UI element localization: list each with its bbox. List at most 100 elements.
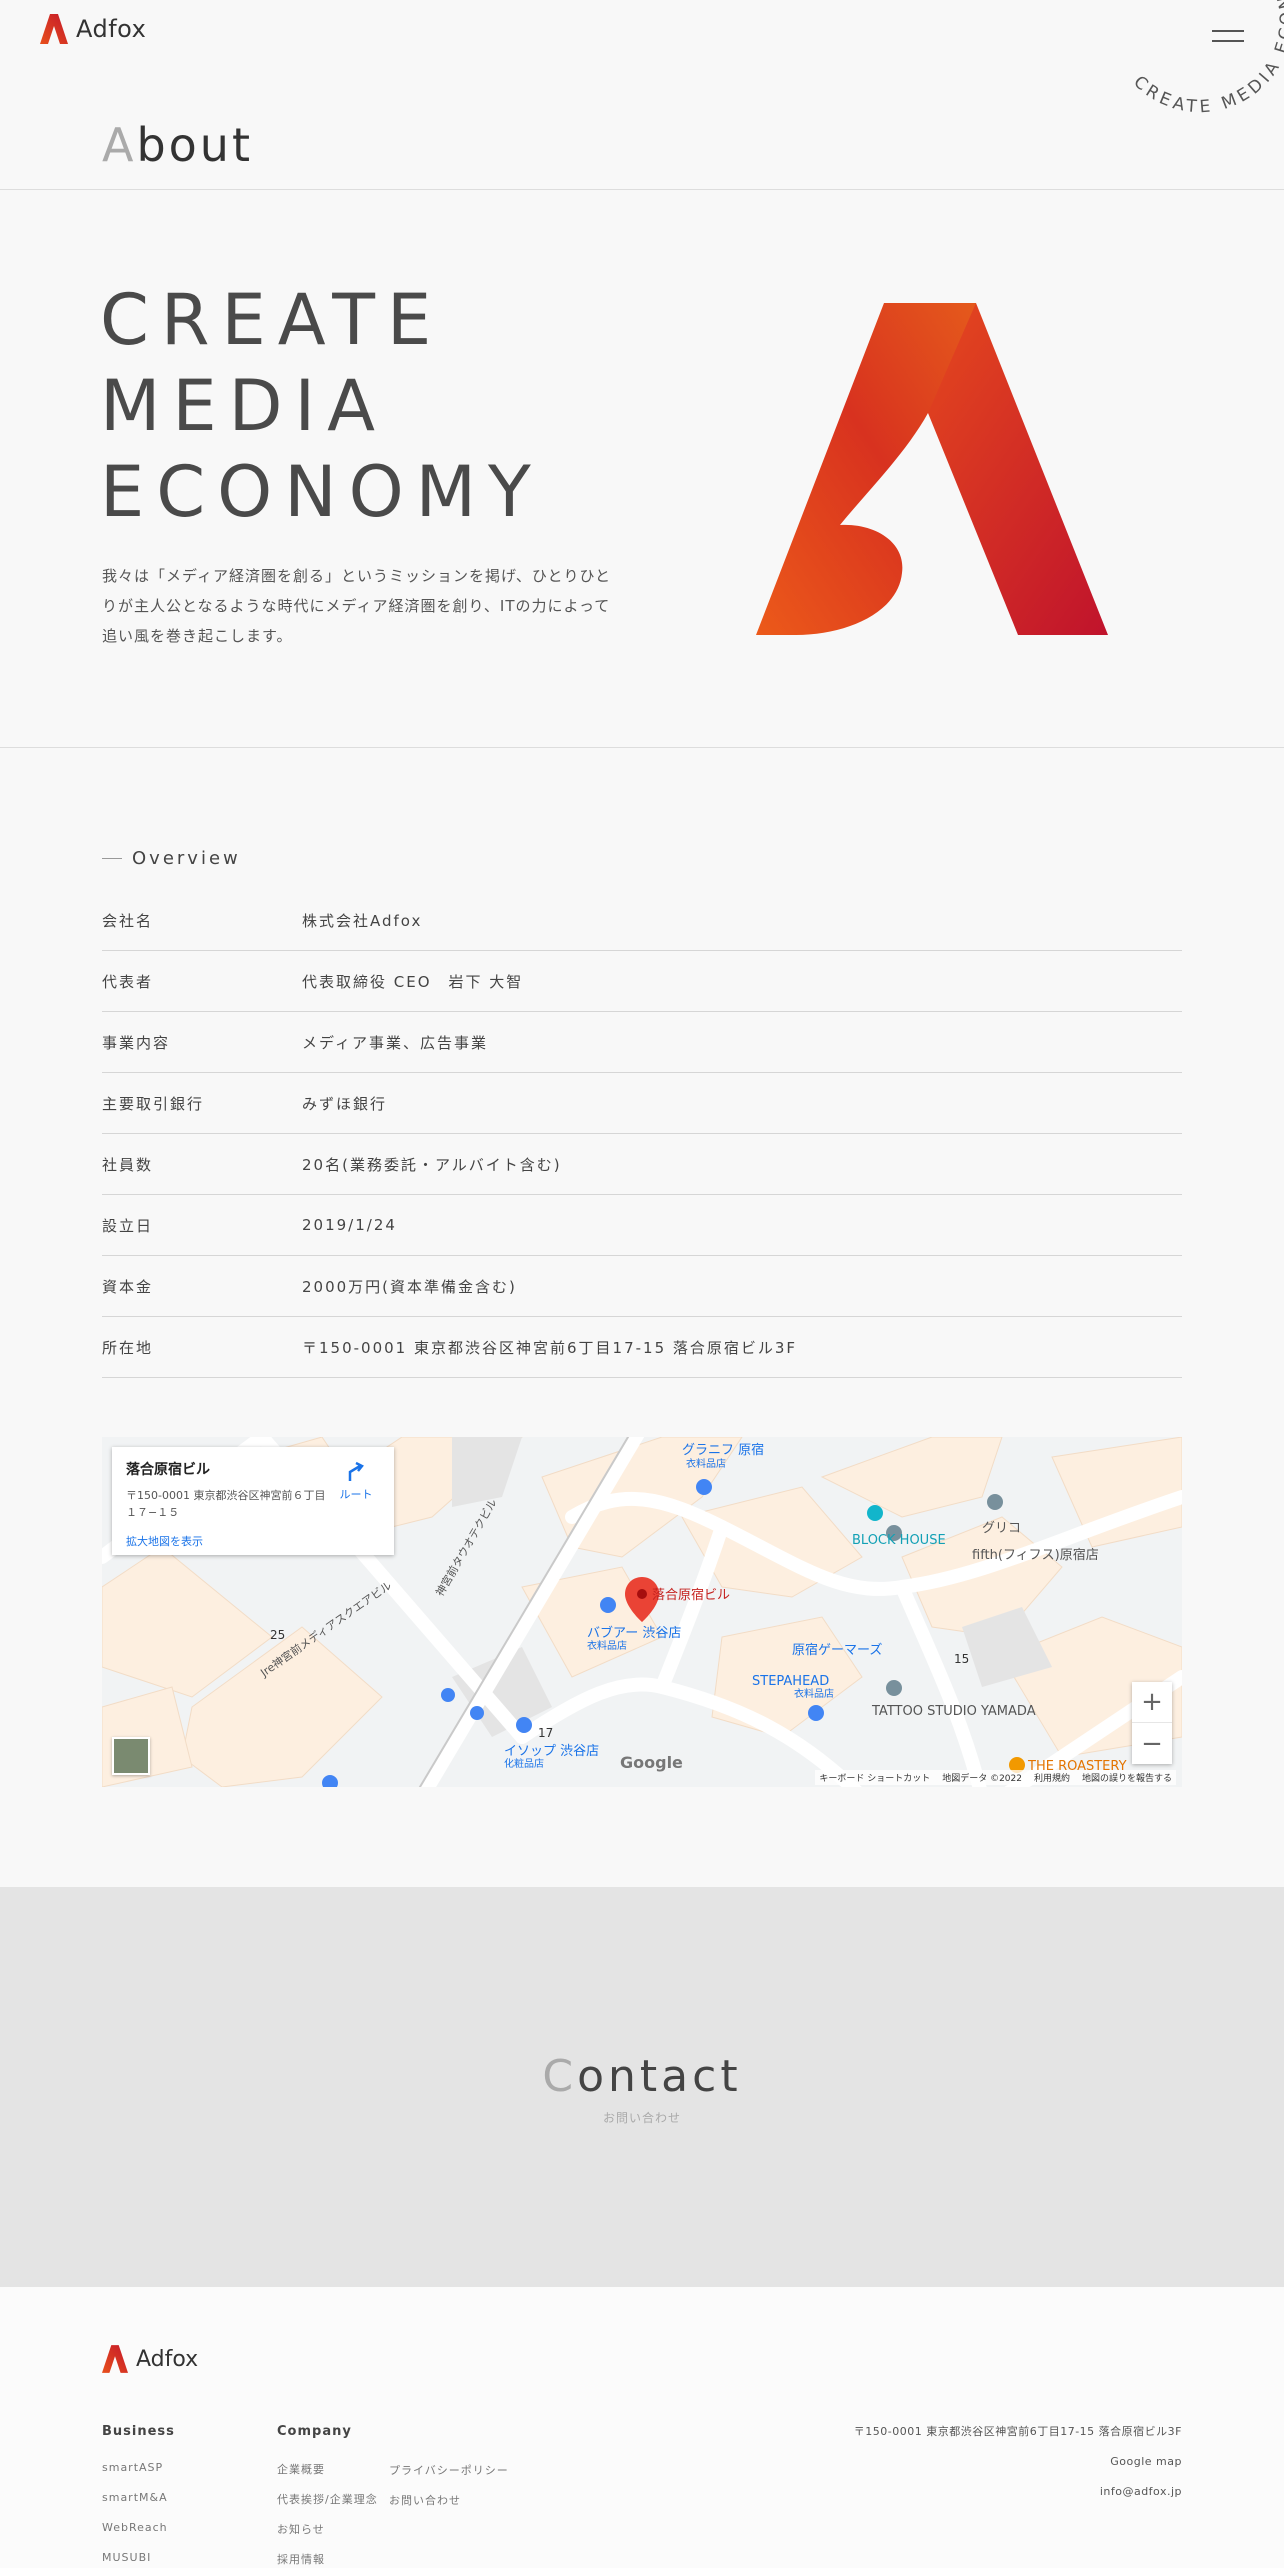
- map-label: グラニフ 原宿: [682, 1442, 764, 1458]
- site-footer: Adfox Business smartASP smartM&A WebReac…: [0, 2287, 1284, 2568]
- hamburger-menu-button[interactable]: [1212, 30, 1244, 44]
- table-row: 設立日 2019/1/24: [102, 1195, 1182, 1256]
- footer-address-block: 〒150-0001 東京都渋谷区神宮前6丁目17-15 落合原宿ビル3F Goo…: [854, 2417, 1182, 2507]
- directions-icon: [348, 1461, 364, 1481]
- footer-link-musubi[interactable]: MUSUBI: [102, 2551, 175, 2568]
- map-label-sub: 衣料品店: [686, 1457, 726, 1470]
- tagline-line: CREATE: [100, 279, 444, 361]
- map-label: イソップ 渋谷店: [504, 1744, 599, 1759]
- table-row: 所在地 〒150-0001 東京都渋谷区神宮前6丁目17-15 落合原宿ビル3F: [102, 1317, 1182, 1378]
- row-key: 会社名: [102, 911, 154, 930]
- business-heading: Business: [102, 2424, 175, 2439]
- google-watermark: Google: [620, 1753, 683, 1772]
- footer-link-contact[interactable]: お問い合わせ: [389, 2492, 509, 2522]
- report-error-link[interactable]: 地図の誤りを報告する: [1082, 1771, 1172, 1784]
- overview-table: 会社名 株式会社Adfox 代表者 代表取締役 CEO 岩下 大智 事業内容 メディア…: [102, 890, 1182, 1378]
- row-value: 代表取締役 CEO 岩下 大智: [302, 972, 524, 991]
- footer-business-column: Business smartASP smartM&A WebReach MUSU…: [102, 2424, 175, 2568]
- contact-section-link[interactable]: Contact お問い合わせ: [0, 1887, 1284, 2287]
- svg-text:CREATE MEDIA ECONOMY: CREATE MEDIA ECONOMY: [1129, 0, 1284, 117]
- row-key: 設立日: [102, 1216, 154, 1235]
- rotating-tagline: CREATE MEDIA ECONOMY: [1129, 0, 1284, 117]
- contact-title-initial: C: [542, 2051, 578, 2102]
- footer-link-greeting[interactable]: 代表挨拶/企業理念: [277, 2491, 378, 2521]
- menu-line-icon: [1212, 40, 1244, 42]
- keyboard-shortcuts-link[interactable]: キーボード ショートカット: [819, 1771, 930, 1784]
- site-header: Adfox CREATE MEDIA ECONOMY About: [0, 0, 1284, 190]
- site-logo[interactable]: Adfox: [40, 14, 146, 44]
- table-row: 社員数 20名(業務委託・アルバイト含む): [102, 1134, 1182, 1195]
- row-key: 資本金: [102, 1277, 154, 1296]
- map-number: 15: [954, 1652, 969, 1666]
- footer-link-smartma[interactable]: smartM&A: [102, 2491, 175, 2521]
- footer-link-smartasp[interactable]: smartASP: [102, 2461, 175, 2491]
- map-label: グリコ: [982, 1521, 1021, 1536]
- logo-text: Adfox: [76, 15, 147, 43]
- footer-company-column: Company 企業概要 代表挨拶/企業理念 お知らせ 採用情報: [277, 2424, 378, 2568]
- map-label-sub: 化粧品店: [504, 1757, 544, 1770]
- page-title-initial: A: [102, 118, 137, 172]
- embedded-map[interactable]: 落合原宿ビル グラニフ 原宿 衣料品店 BLOCK HOUSE グリコ fift…: [102, 1437, 1182, 1787]
- footer-address: 〒150-0001 東京都渋谷区神宮前6丁目17-15 落合原宿ビル3F: [853, 2425, 1182, 2438]
- table-row: 資本金 2000万円(資本準備金含む): [102, 1256, 1182, 1317]
- zoom-out-button[interactable]: −: [1132, 1723, 1172, 1764]
- footer-email-link[interactable]: info@adfox.jp: [854, 2477, 1182, 2507]
- hero-section: CREATE MEDIA ECONOMY 我々は「メディア経済圏を創る」というミ…: [0, 191, 1284, 748]
- satellite-toggle-button[interactable]: [112, 1737, 150, 1775]
- footer-link-webreach[interactable]: WebReach: [102, 2521, 175, 2551]
- map-data-credit: 地図データ ©2022: [942, 1774, 1022, 1784]
- contact-title-rest: ontact: [577, 2051, 742, 2102]
- route-label: ルート: [339, 1488, 373, 1501]
- tagline-line: ECONOMY: [100, 451, 543, 533]
- mission-statement: 我々は「メディア経済圏を創る」というミッションを掲げ、ひとりひとりが主人公となる…: [102, 567, 612, 645]
- footer-google-map-link[interactable]: Google map: [854, 2447, 1182, 2477]
- menu-line-icon: [1212, 30, 1244, 32]
- row-value: みずほ銀行: [302, 1094, 388, 1113]
- map-label: 原宿ゲーマーズ: [792, 1642, 882, 1658]
- zoom-in-button[interactable]: +: [1132, 1682, 1172, 1723]
- table-row: 代表者 代表取締役 CEO 岩下 大智: [102, 951, 1182, 1012]
- rotating-tagline-text: CREATE MEDIA ECONOMY: [1129, 0, 1284, 117]
- map-number: 25: [270, 1628, 285, 1642]
- map-label-sub: 衣料品店: [587, 1639, 627, 1652]
- footer-link-news[interactable]: お知らせ: [277, 2521, 378, 2551]
- map-label: STEPAHEAD: [752, 1674, 829, 1689]
- adfox-logo-icon: [40, 14, 68, 44]
- footer-logo-text: Adfox: [136, 2346, 199, 2372]
- map-label: fifth(フィフス)原宿店: [972, 1547, 1099, 1563]
- route-button[interactable]: ルート: [334, 1461, 378, 1502]
- map-info-card: 落合原宿ビル 〒150-0001 東京都渋谷区神宮前６丁目１７−１５ 拡大地図を…: [112, 1447, 394, 1555]
- map-footer: キーボード ショートカット 地図データ ©2022 利用規約 地図の誤りを報告す…: [815, 1770, 1176, 1785]
- contact-subtitle: お問い合わせ: [602, 2111, 681, 2125]
- heading-dash: [102, 858, 122, 859]
- row-key: 主要取引銀行: [102, 1094, 205, 1113]
- row-value: 2000万円(資本準備金含む): [302, 1277, 517, 1296]
- zoom-controls: + −: [1132, 1682, 1172, 1764]
- row-value: 20名(業務委託・アルバイト含む): [302, 1155, 562, 1174]
- overview-heading-text: Overview: [132, 848, 241, 869]
- footer-link-company-overview[interactable]: 企業概要: [277, 2461, 378, 2491]
- row-key: 事業内容: [102, 1033, 171, 1052]
- row-value: 株式会社Adfox: [302, 911, 423, 930]
- map-label-sub: 衣料品店: [794, 1687, 834, 1700]
- map-pin-label: 落合原宿ビル: [652, 1587, 730, 1603]
- adfox-logo-icon: [102, 2345, 128, 2373]
- footer-logo[interactable]: Adfox: [102, 2345, 198, 2373]
- overview-heading: Overview: [102, 848, 241, 869]
- map-place-address: 〒150-0001 東京都渋谷区神宮前６丁目１７−１５: [126, 1489, 326, 1519]
- enlarge-map-link[interactable]: 拡大地図を表示: [126, 1533, 380, 1549]
- footer-link-recruit[interactable]: 採用情報: [277, 2551, 378, 2568]
- row-key: 社員数: [102, 1155, 154, 1174]
- company-heading: Company: [277, 2424, 352, 2439]
- row-key: 所在地: [102, 1338, 154, 1357]
- page-title-rest: bout: [136, 118, 254, 172]
- page-title: About: [102, 118, 253, 172]
- hero-tagline: CREATE MEDIA ECONOMY: [100, 277, 543, 535]
- row-key: 代表者: [102, 972, 154, 991]
- brand-a-logo-icon: [756, 303, 1108, 635]
- contact-title: Contact: [0, 2051, 1284, 2102]
- terms-link[interactable]: 利用規約: [1034, 1771, 1070, 1784]
- row-value: 2019/1/24: [302, 1216, 397, 1234]
- footer-link-privacy[interactable]: プライバシーポリシー: [389, 2462, 509, 2492]
- row-value: 〒150-0001 東京都渋谷区神宮前6丁目17-15 落合原宿ビル3F: [302, 1338, 798, 1357]
